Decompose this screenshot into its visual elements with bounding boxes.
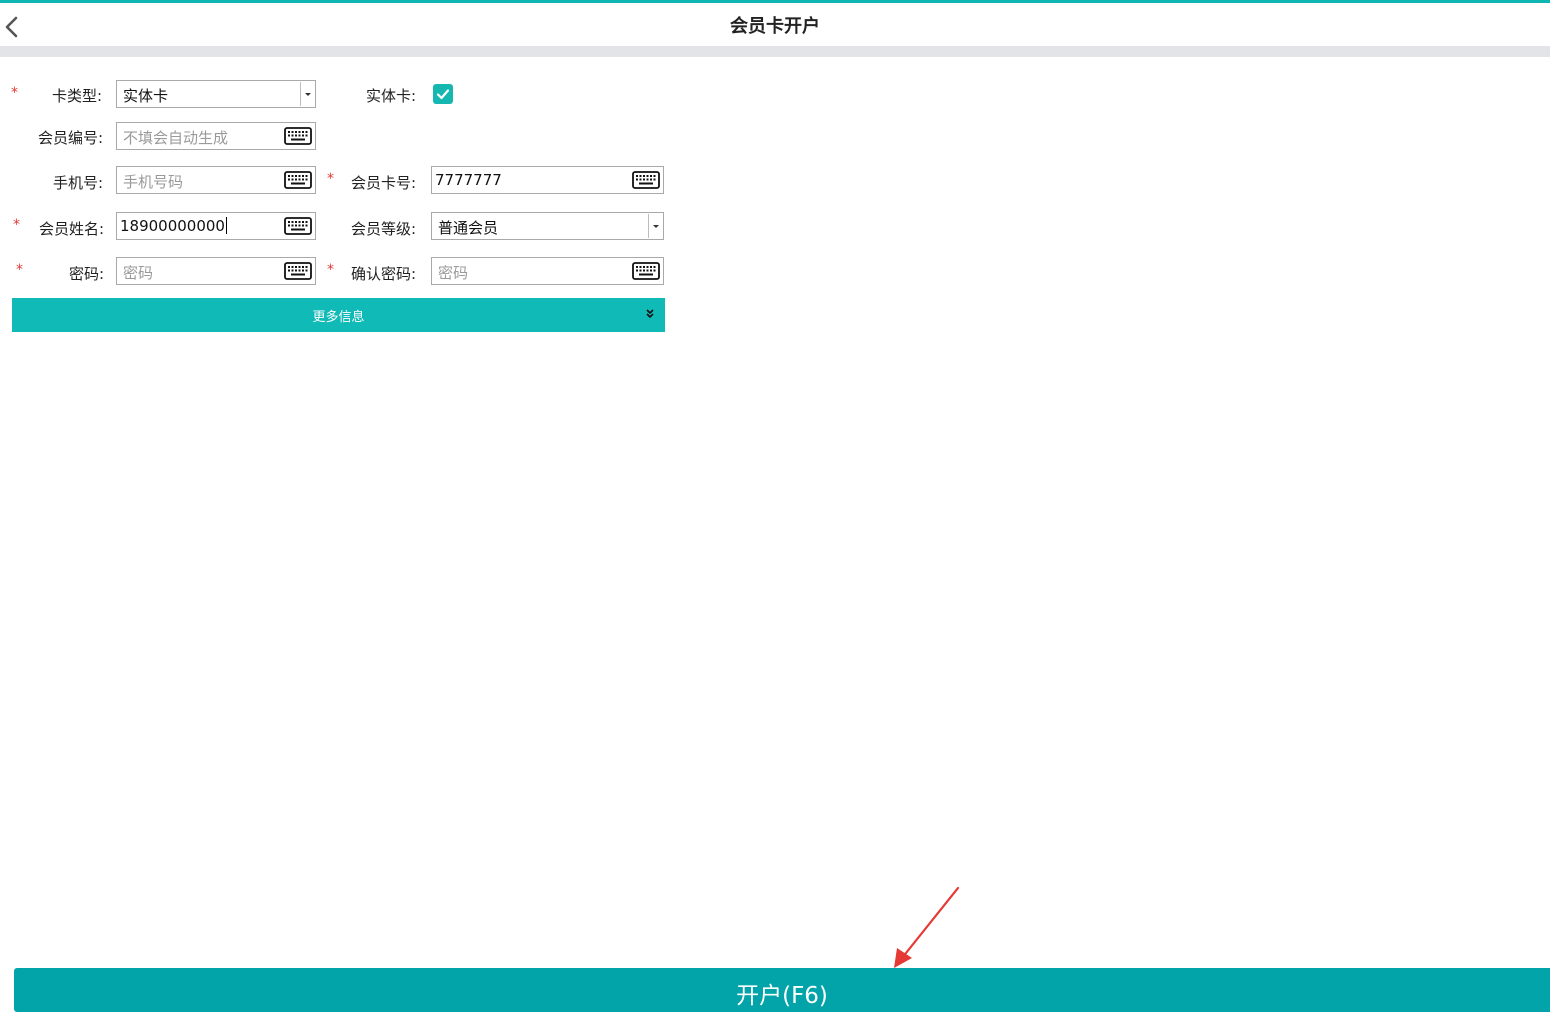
dropdown-arrow-icon[interactable] xyxy=(648,214,662,238)
more-info-toggle[interactable]: 更多信息 xyxy=(12,298,665,332)
password-placeholder: 密码 xyxy=(123,264,154,282)
keyboard-icon xyxy=(284,171,312,189)
member-no-input[interactable]: 不填会自动生成 xyxy=(116,122,316,150)
keyboard-icon xyxy=(284,262,312,280)
confirm-password-input[interactable]: 密码 xyxy=(431,257,664,285)
card-no-label: 会员卡号: xyxy=(350,174,416,192)
card-type-label: 卡类型: xyxy=(51,87,102,105)
card-type-value: 实体卡 xyxy=(123,87,169,105)
member-no-placeholder: 不填会自动生成 xyxy=(123,129,229,147)
more-info-label: 更多信息 xyxy=(312,310,365,325)
keyboard-button[interactable] xyxy=(631,260,661,282)
required-mark: * xyxy=(11,85,18,101)
card-type-select[interactable]: 实体卡 xyxy=(116,80,316,108)
level-select[interactable]: 普通会员 xyxy=(431,212,664,240)
confirm-password-label: 确认密码: xyxy=(350,265,416,283)
main-content xyxy=(0,57,1550,1021)
annotation-arrow-icon xyxy=(894,886,960,968)
keyboard-icon xyxy=(284,127,312,145)
password-label: 密码: xyxy=(68,265,104,283)
required-mark: * xyxy=(13,217,20,233)
required-mark: * xyxy=(16,262,23,278)
page-title: 会员卡开户 xyxy=(730,16,820,37)
card-no-input[interactable]: 7777777 xyxy=(431,166,664,194)
double-chevron-down-icon xyxy=(646,309,654,319)
level-label: 会员等级: xyxy=(350,220,416,238)
physical-card-checkbox[interactable] xyxy=(433,84,453,104)
keyboard-button[interactable] xyxy=(631,169,661,191)
member-no-label: 会员编号: xyxy=(37,129,103,147)
keyboard-button[interactable] xyxy=(283,125,313,147)
header: 会员卡开户 xyxy=(0,3,1550,46)
level-value: 普通会员 xyxy=(438,219,499,237)
open-account-button[interactable]: 开户(F6) xyxy=(14,968,1550,1012)
phone-label: 手机号: xyxy=(52,174,103,192)
confirm-password-placeholder: 密码 xyxy=(438,264,469,282)
password-input[interactable]: 密码 xyxy=(116,257,316,285)
phone-placeholder: 手机号码 xyxy=(123,173,184,191)
keyboard-button[interactable] xyxy=(283,260,313,282)
open-account-label: 开户(F6) xyxy=(736,983,828,1009)
physical-card-label: 实体卡: xyxy=(365,87,416,105)
keyboard-icon xyxy=(284,217,312,235)
name-input[interactable]: 18900000000 xyxy=(116,212,316,240)
card-no-value: 7777777 xyxy=(435,171,502,189)
required-mark: * xyxy=(327,171,334,187)
phone-input[interactable]: 手机号码 xyxy=(116,166,316,194)
text-caret xyxy=(225,217,227,234)
keyboard-icon xyxy=(632,262,660,280)
required-mark: * xyxy=(327,262,334,278)
keyboard-icon xyxy=(632,171,660,189)
header-separator xyxy=(0,46,1550,57)
check-icon xyxy=(436,89,450,100)
keyboard-button[interactable] xyxy=(283,169,313,191)
dropdown-arrow-icon[interactable] xyxy=(300,82,314,106)
name-value: 18900000000 xyxy=(120,217,225,235)
keyboard-button[interactable] xyxy=(283,215,313,237)
name-label: 会员姓名: xyxy=(38,220,104,238)
